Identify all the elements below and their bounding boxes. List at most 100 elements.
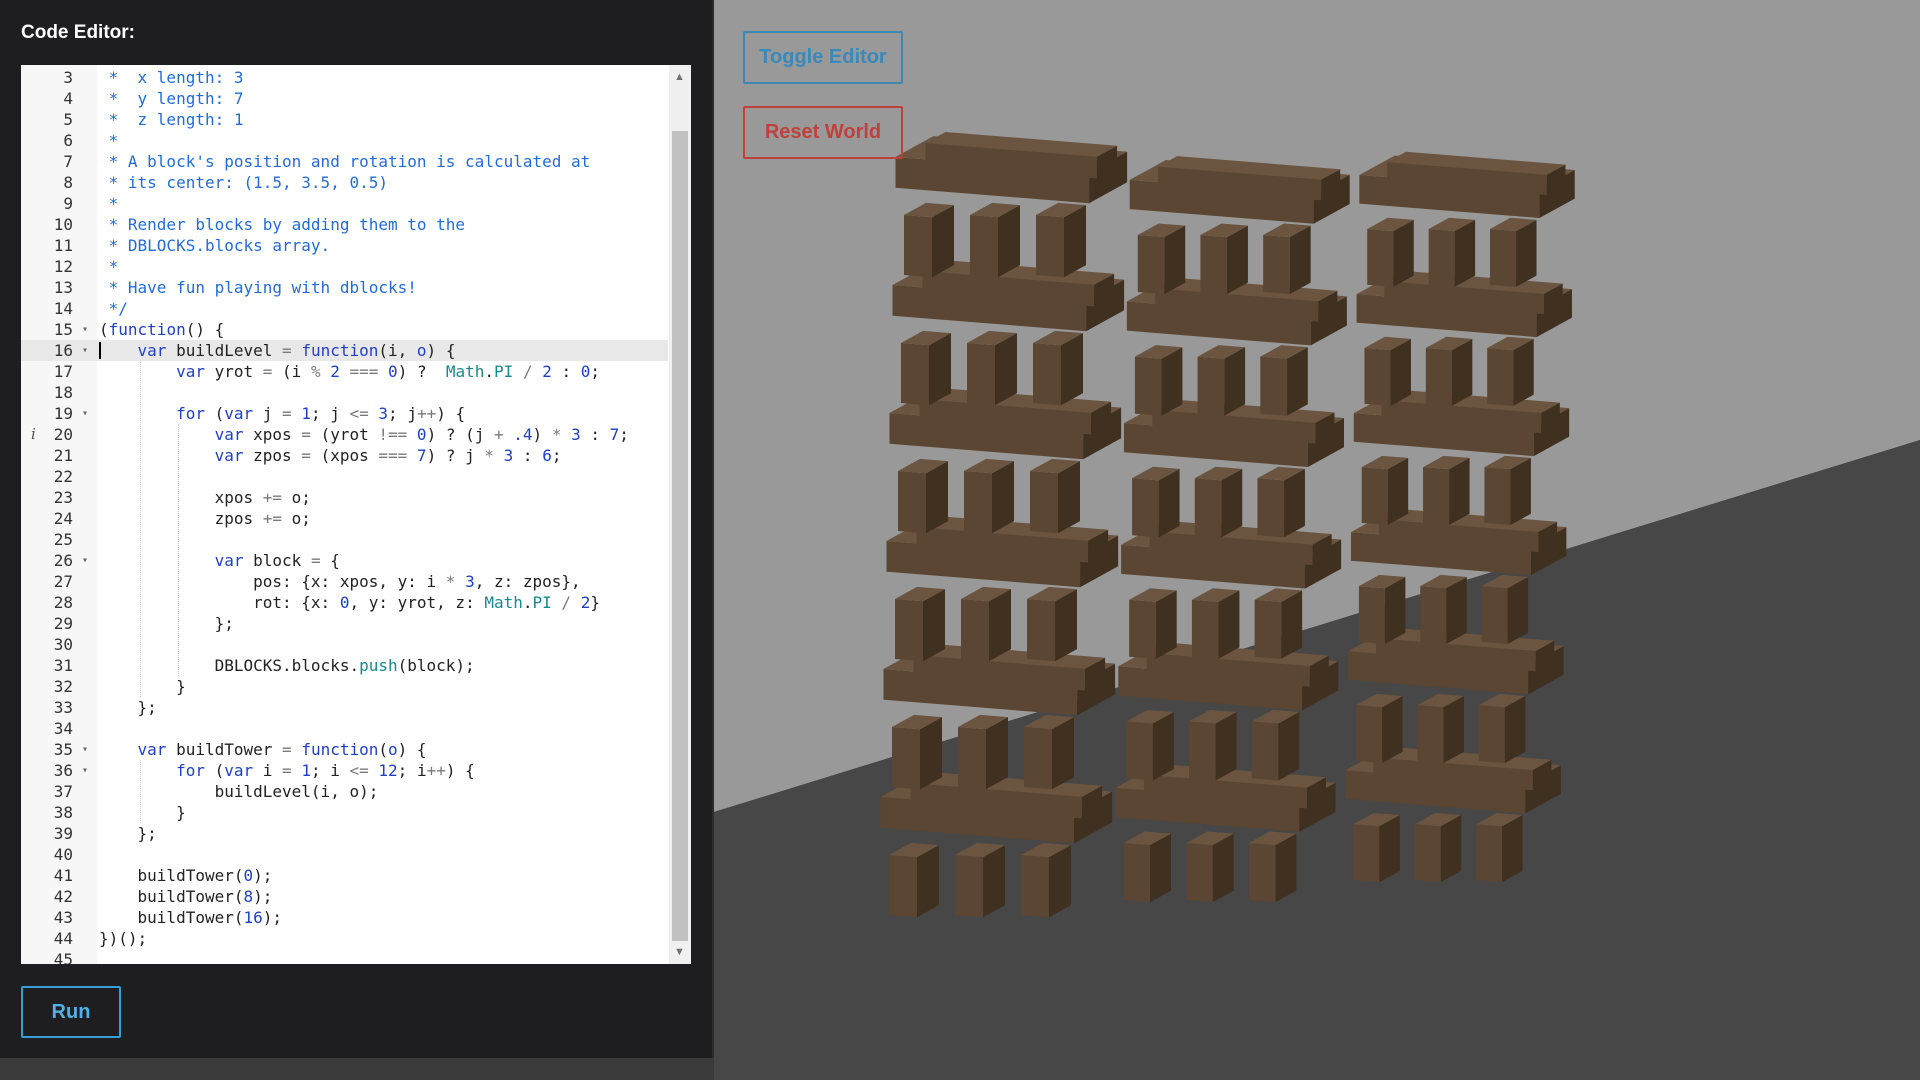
tower-block (1164, 225, 1186, 295)
code-text[interactable]: buildTower(0); (99, 865, 273, 886)
code-text[interactable]: buildTower(8); (99, 886, 273, 907)
toggle-editor-button[interactable]: Toggle Editor (743, 31, 903, 84)
fold-arrow-icon[interactable]: ▾ (78, 403, 92, 424)
tower-block (1440, 815, 1462, 883)
code-text[interactable]: buildTower(16); (99, 907, 283, 928)
code-text[interactable]: var zpos = (xpos === 7) ? j * 3 : 6; (99, 445, 562, 466)
line-number: 11 (53, 236, 73, 255)
code-text[interactable]: })(); (99, 928, 147, 949)
code-line[interactable]: 16 ▾ var buildLevel = function(i, o) { (21, 340, 668, 361)
code-text[interactable]: }; (99, 697, 157, 718)
tower-block (1215, 712, 1237, 781)
code-text[interactable]: } (99, 802, 186, 823)
code-text[interactable]: rot: {x: 0, y: yrot, z: Math.PI / 2} (99, 592, 600, 613)
code-text[interactable]: }; (99, 823, 157, 844)
code-text[interactable]: * its center: (1.5, 3.5, 0.5) (99, 172, 388, 193)
code-token: PI (494, 362, 514, 381)
tower-block (970, 215, 998, 278)
line-number: 8 (63, 173, 73, 192)
code-token: ++ (416, 404, 437, 423)
fold-arrow-icon[interactable]: ▾ (78, 550, 92, 571)
fold-arrow-icon[interactable]: ▾ (78, 340, 92, 361)
fold-arrow-icon[interactable]: ▾ (78, 319, 92, 340)
code-text[interactable]: var block = { (99, 550, 340, 571)
code-token: + (494, 425, 504, 444)
run-button[interactable]: Run (21, 986, 121, 1038)
code-text[interactable]: }; (99, 613, 234, 634)
code-text[interactable]: * x length: 3 (99, 67, 244, 88)
code-text[interactable]: * Have fun playing with dblocks! (99, 277, 417, 298)
code-text[interactable]: pos: {x: xpos, y: i * 3, z: zpos}, (99, 571, 581, 592)
code-text[interactable]: * A block's position and rotation is cal… (99, 151, 591, 172)
code-token: 6 (542, 446, 552, 465)
code-text[interactable]: zpos += o; (99, 508, 311, 529)
tower-block (917, 845, 939, 918)
code-text[interactable]: * DBLOCKS.blocks array. (99, 235, 331, 256)
line-number: 17 (53, 362, 73, 381)
code-token: = (282, 404, 292, 423)
tower-block (983, 845, 1005, 918)
scroll-down-arrow-icon[interactable]: ▼ (674, 946, 685, 958)
code-token: ++ (426, 761, 446, 780)
tower-block (1513, 338, 1534, 406)
code-text[interactable]: (function() { (99, 319, 224, 340)
tower-block (1451, 338, 1473, 406)
tower-block (998, 205, 1020, 278)
tower-block (923, 589, 945, 662)
code-text[interactable]: var yrot = (i % 2 === 0) ? Math.PI / 2 :… (99, 361, 600, 382)
code-token: o (416, 341, 427, 360)
code-text[interactable]: DBLOCKS.blocks.push(block); (99, 655, 475, 676)
code-text[interactable]: * z length: 1 (99, 109, 244, 130)
code-token: ) { (445, 761, 475, 780)
tower-block (1275, 833, 1297, 903)
tower-block (1055, 589, 1077, 662)
line-number: 26 (53, 551, 73, 570)
code-token: * x length: 3 (99, 68, 244, 87)
tower-block (986, 717, 1008, 790)
code-text[interactable]: var buildTower = function(o) { (99, 739, 427, 760)
code-text[interactable]: * Render blocks by adding them to the (99, 214, 465, 235)
code-text[interactable]: for (var i = 1; i <= 12; i++) { (99, 760, 475, 781)
code-token: ) { (426, 341, 456, 360)
code-text[interactable]: for (var j = 1; j <= 3; j++) { (99, 403, 465, 424)
3d-viewport[interactable]: Toggle Editor Reset World (714, 0, 1920, 1080)
code-token: * DBLOCKS.blocks array. (99, 236, 331, 255)
code-text[interactable]: * (99, 193, 119, 214)
code-token: 7 (416, 446, 427, 465)
reset-world-button[interactable]: Reset World (743, 106, 903, 159)
code-text[interactable]: var buildLevel = function(i, o) { (99, 340, 456, 361)
tower-block (1150, 833, 1171, 903)
code-token: ( (378, 740, 389, 759)
info-annotation-icon[interactable]: i (31, 424, 36, 445)
tower-block (1132, 478, 1159, 538)
code-text[interactable]: buildLevel(i, o); (99, 781, 379, 802)
tower-block (1197, 356, 1225, 416)
code-text[interactable]: * y length: 7 (99, 88, 244, 109)
fold-arrow-icon[interactable]: ▾ (78, 760, 92, 781)
code-token: * (484, 446, 494, 465)
line-number: 34 (53, 719, 73, 738)
tower-block (1487, 348, 1514, 406)
code-text[interactable]: */ (99, 298, 128, 319)
code-text[interactable]: * (99, 256, 119, 277)
code-editor-panel: Code Editor: 3 * x length: 3 4 * y length… (0, 0, 714, 1058)
tower-block (1058, 461, 1080, 534)
fold-arrow-icon[interactable]: ▾ (78, 739, 92, 760)
code-text[interactable]: * (99, 130, 119, 151)
tower-block (889, 855, 917, 918)
code-token: += (262, 488, 283, 507)
scene-canvas[interactable] (714, 0, 1920, 1080)
code-text[interactable]: xpos += o; (99, 487, 311, 508)
scroll-up-arrow-icon[interactable]: ▲ (674, 71, 685, 83)
tower-block (992, 461, 1014, 534)
code-token: = (282, 740, 292, 759)
code-text[interactable]: } (99, 676, 186, 697)
code-editor[interactable]: 3 * x length: 3 4 * y length: 7 5 * z leng… (21, 65, 691, 964)
scrollbar-thumb[interactable] (672, 131, 688, 941)
code-token: ; (551, 446, 562, 465)
editor-scrollbar[interactable]: ▲ ▼ (669, 65, 691, 964)
